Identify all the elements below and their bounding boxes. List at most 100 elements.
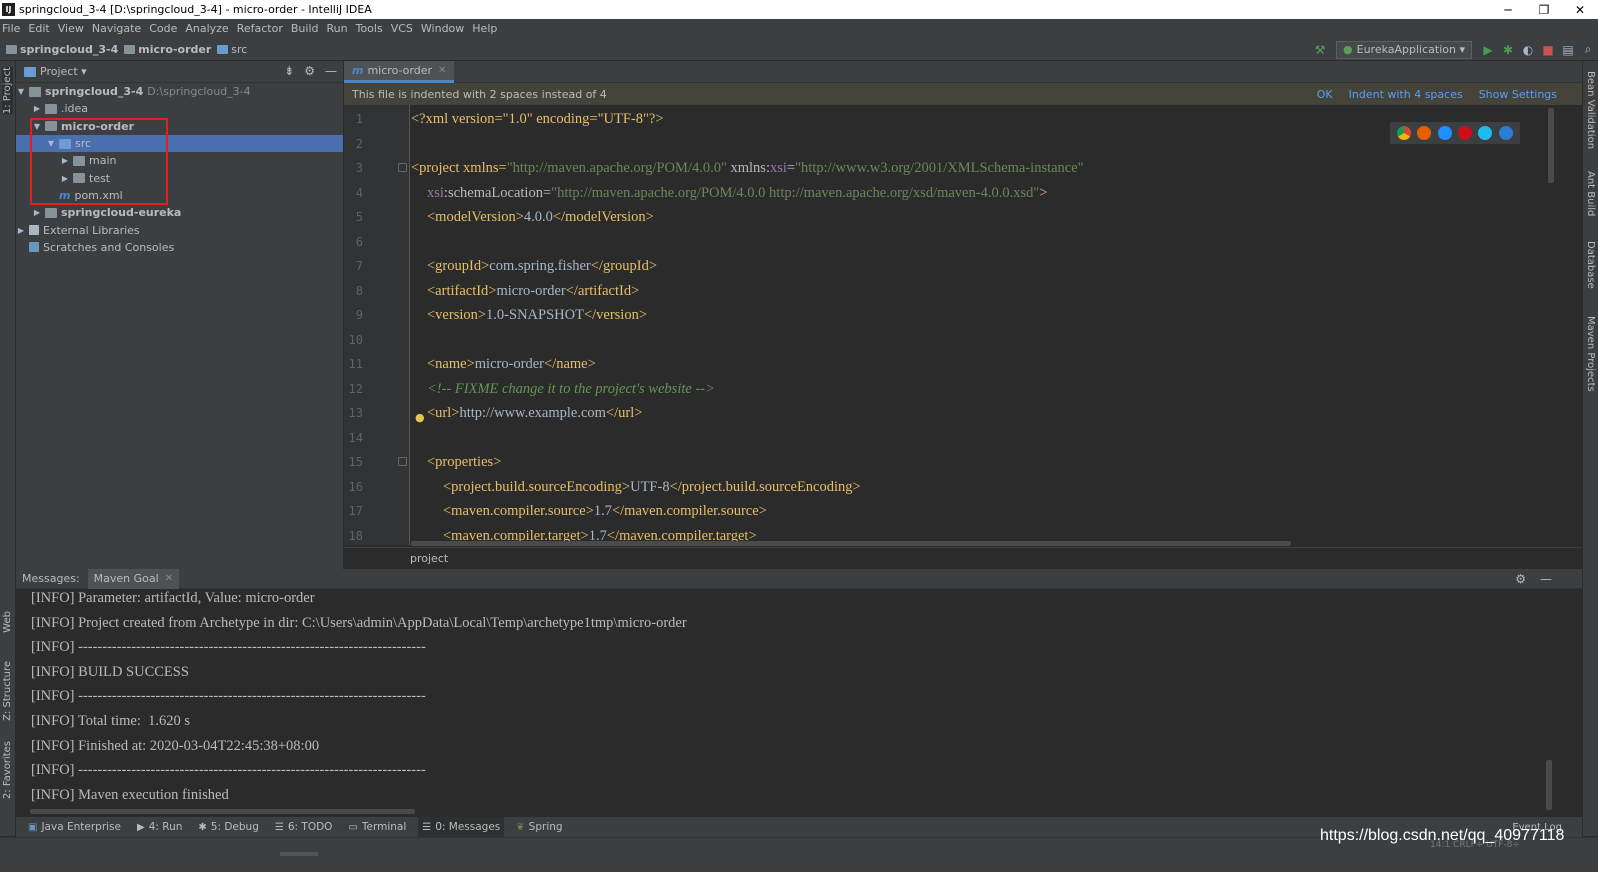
stripe-database-tab[interactable]: Database [1585, 241, 1596, 289]
opera-icon[interactable] [1458, 126, 1473, 140]
project-structure-icon[interactable]: ▤ [1558, 40, 1578, 60]
stripe-ant-build-tab[interactable]: Ant Build [1585, 171, 1596, 216]
safari-icon[interactable] [1437, 126, 1452, 140]
editor-horizontal-scrollbar[interactable] [411, 541, 1291, 546]
menu-edit[interactable]: Edit [28, 22, 49, 35]
tool-messages[interactable]: ☰ 0: Messages [418, 817, 505, 837]
restore-button[interactable]: ❐ [1526, 0, 1562, 19]
tree-item-idea[interactable]: ▶ .idea [16, 100, 343, 117]
stripe-bean-validation-tab[interactable]: Bean Validation [1585, 71, 1596, 149]
editor-tab-micro-order[interactable]: m micro-order ✕ [344, 61, 455, 83]
edge-icon[interactable] [1498, 126, 1513, 140]
collapsed-arrow-icon[interactable]: ▶ [32, 208, 42, 217]
breadcrumb-project[interactable]: springcloud_3-4 [6, 43, 118, 56]
tool-spring[interactable]: ❦ Spring [512, 817, 566, 837]
stripe-maven-projects-tab[interactable]: Maven Projects [1585, 316, 1596, 392]
tree-item-label: External Libraries [43, 223, 140, 237]
project-view-selector[interactable]: Project ▾ [40, 65, 87, 78]
menu-tools[interactable]: Tools [356, 22, 383, 35]
debug-icon[interactable]: ✱ [1498, 40, 1518, 60]
tree-item-springcloud-eureka[interactable]: ▶ springcloud-eureka [16, 204, 343, 221]
code-line: <project.build.sourceEncoding>UTF-8</pro… [443, 475, 861, 500]
breadcrumb-module[interactable]: micro-order [124, 43, 211, 56]
close-tab-icon[interactable]: ✕ [165, 573, 173, 584]
chrome-icon[interactable] [1397, 126, 1412, 140]
tree-item-scratches[interactable]: Scratches and Consoles [16, 239, 343, 256]
collapsed-arrow-icon[interactable]: ▶ [16, 226, 26, 235]
intention-bulb-icon[interactable]: ● [415, 411, 425, 424]
source-folder-icon [217, 44, 229, 54]
close-tab-icon[interactable]: ✕ [438, 65, 446, 76]
tree-item-external-libraries[interactable]: ▶ External Libraries [16, 221, 343, 238]
menu-analyze[interactable]: Analyze [185, 22, 228, 35]
editor-tab-bar: m micro-order ✕ [344, 61, 1582, 83]
code-comment: <!-- FIXME change it to the project's we… [427, 380, 715, 397]
stop-icon[interactable]: ■ [1538, 40, 1558, 60]
collapse-all-icon[interactable]: ⇟ [284, 64, 294, 78]
tool-run[interactable]: ▶ 4: Run [133, 817, 186, 837]
line-number: 18 [348, 528, 363, 543]
tool-label: Terminal [361, 821, 407, 833]
right-tool-stripe: Bean Validation Ant Build Database Maven… [1582, 61, 1598, 836]
menu-build[interactable]: Build [291, 22, 319, 35]
tool-todo[interactable]: ☰ 6: TODO [271, 817, 337, 837]
search-icon[interactable]: ⌕ [1578, 40, 1598, 60]
tool-java-enterprise[interactable]: ▣ Java Enterprise [24, 817, 125, 837]
code-token: 1.0-SNAPSHOT [486, 307, 584, 323]
menu-vcs[interactable]: VCS [391, 22, 413, 35]
indent-4-spaces-link[interactable]: Indent with 4 spaces [1349, 88, 1463, 101]
expanded-arrow-icon[interactable]: ▼ [16, 87, 26, 96]
tree-item-root[interactable]: ▼ springcloud_3-4 D:\springcloud_3-4 [16, 83, 343, 100]
tool-debug[interactable]: ✱ 5: Debug [194, 817, 262, 837]
stripe-favorites-tab[interactable]: 2: Favorites [2, 741, 13, 799]
line-number: 11 [348, 357, 363, 371]
show-settings-link[interactable]: Show Settings [1479, 88, 1557, 101]
editor-breadcrumb-project[interactable]: project [410, 552, 448, 565]
console-vertical-scrollbar[interactable] [1546, 760, 1552, 810]
code-editor[interactable]: <?xml version="1.0" encoding="UTF-8"?> <… [411, 105, 1561, 545]
library-icon [29, 225, 39, 236]
code-line: xsi:schemaLocation="http://maven.apache.… [427, 181, 1047, 206]
menu-navigate[interactable]: Navigate [92, 22, 141, 35]
line-number: 17 [348, 504, 363, 518]
maven-goal-tab[interactable]: Maven Goal ✕ [87, 568, 180, 589]
menu-code[interactable]: Code [149, 22, 177, 35]
breadcrumb-folder[interactable]: src [217, 43, 247, 56]
menu-refactor[interactable]: Refactor [237, 22, 283, 35]
fold-marker-icon[interactable] [398, 163, 407, 172]
hide-panel-icon[interactable]: — [325, 64, 337, 78]
settings-gear-icon[interactable]: ⚙ [1515, 572, 1526, 586]
stripe-structure-tab[interactable]: Z: Structure [2, 661, 13, 721]
menu-run[interactable]: Run [327, 22, 348, 35]
collapsed-arrow-icon[interactable]: ▶ [32, 104, 42, 113]
minimize-button[interactable]: ─ [1490, 0, 1526, 19]
menu-view[interactable]: View [58, 22, 84, 35]
indent-notification-bar: This file is indented with 2 spaces inst… [344, 83, 1582, 105]
csdn-watermark: https://blog.csdn.net/qq_40977118 [1320, 827, 1565, 844]
internet-explorer-icon[interactable] [1478, 126, 1493, 140]
hide-panel-icon[interactable]: — [1540, 572, 1552, 586]
menu-window[interactable]: Window [421, 22, 464, 35]
tool-terminal[interactable]: ▭ Terminal [344, 817, 410, 837]
menu-help[interactable]: Help [472, 22, 497, 35]
code-token: "http://www.w3.org/2001/XMLSchema-instan… [795, 160, 1084, 176]
editor-vertical-scrollbar[interactable] [1548, 108, 1554, 183]
notification-ok-link[interactable]: OK [1317, 88, 1333, 101]
stripe-web-tab[interactable]: Web [2, 611, 13, 633]
console-horizontal-scrollbar[interactable] [30, 809, 415, 814]
fold-marker-icon[interactable] [398, 457, 407, 466]
coverage-icon[interactable]: ◐ [1518, 40, 1538, 60]
close-button[interactable]: ✕ [1562, 0, 1598, 19]
firefox-icon[interactable] [1417, 126, 1432, 140]
build-hammer-icon[interactable]: ⚒ [1310, 40, 1330, 60]
messages-console[interactable]: [INFO] Parameter: artifactId, Value: mic… [16, 589, 1582, 811]
code-token: micro-order [496, 282, 566, 299]
run-configuration-select[interactable]: ● EurekaApplication ▾ [1336, 40, 1472, 59]
run-icon[interactable]: ▶ [1478, 40, 1498, 60]
settings-gear-icon[interactable]: ⚙ [304, 64, 315, 78]
menu-file[interactable]: File [2, 22, 20, 35]
code-token: UTF-8 [630, 478, 670, 495]
run-configuration-label: EurekaApplication ▾ [1356, 43, 1465, 56]
console-line: [INFO] BUILD SUCCESS [31, 663, 189, 680]
stripe-project-tab[interactable]: 1: Project [2, 67, 13, 115]
